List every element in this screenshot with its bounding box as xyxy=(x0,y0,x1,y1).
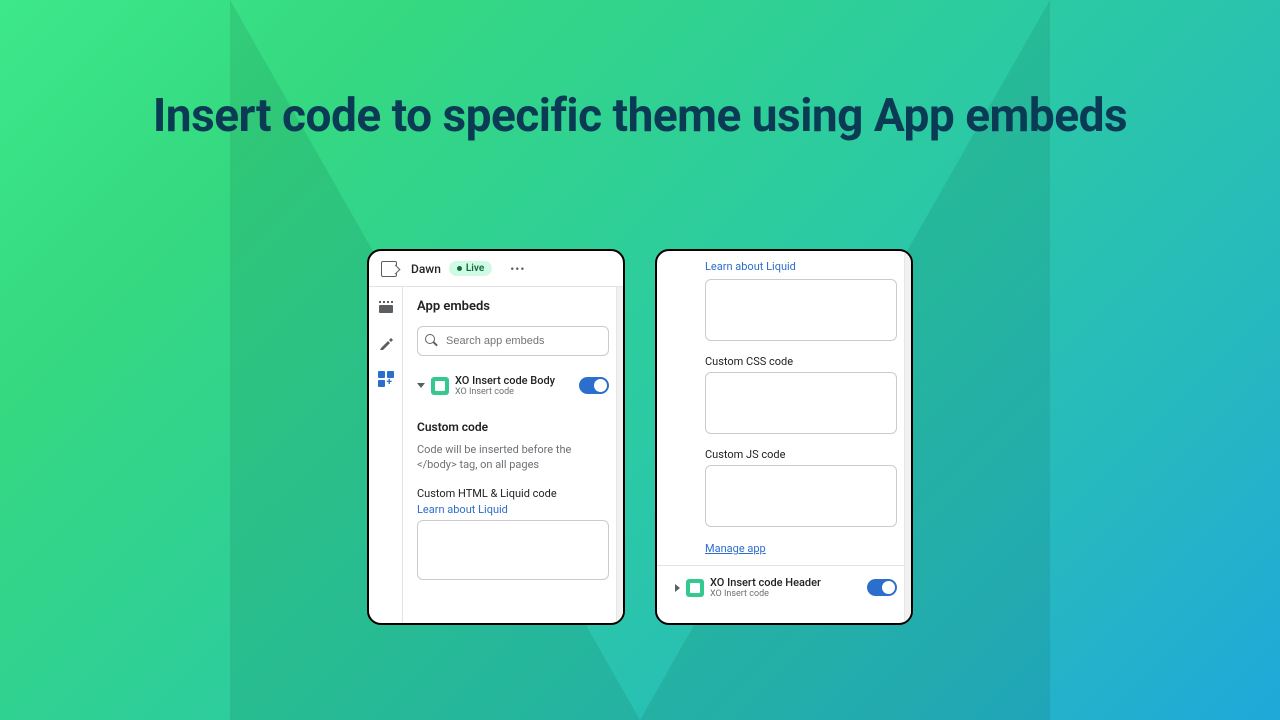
js-textarea[interactable] xyxy=(705,465,897,527)
embed-toggle[interactable] xyxy=(579,377,609,394)
app-icon xyxy=(686,579,704,597)
html-liquid-textarea[interactable] xyxy=(417,520,609,580)
css-label: Custom CSS code xyxy=(705,355,897,368)
theme-settings-icon[interactable] xyxy=(378,335,394,351)
learn-liquid-link[interactable]: Learn about Liquid xyxy=(417,503,508,516)
embed-row-body[interactable]: XO Insert code Body XO Insert code xyxy=(417,370,609,402)
exit-icon[interactable] xyxy=(381,261,397,277)
css-textarea[interactable] xyxy=(705,372,897,434)
learn-liquid-link[interactable]: Learn about Liquid xyxy=(705,260,796,273)
js-label: Custom JS code xyxy=(705,448,897,461)
embed-row-header[interactable]: XO Insert code Header XO Insert code xyxy=(675,566,897,600)
app-icon xyxy=(431,377,449,395)
caret-right-icon xyxy=(675,584,680,592)
more-icon[interactable]: ••• xyxy=(510,262,525,276)
manage-app-link[interactable]: Manage app xyxy=(705,542,766,555)
caret-down-icon xyxy=(417,383,425,388)
embed-title: XO Insert code Body xyxy=(455,374,573,387)
custom-code-title: Custom code xyxy=(417,420,609,434)
panel-editor-scroll: Learn about Liquid Custom CSS code Custo… xyxy=(655,249,913,625)
embed-toggle[interactable] xyxy=(867,579,897,596)
search-app-embeds[interactable] xyxy=(417,326,609,356)
html-liquid-label: Custom HTML & Liquid code xyxy=(417,487,609,500)
editor-topbar: Dawn Live ••• xyxy=(369,251,623,287)
embed-subtitle: XO Insert code xyxy=(710,589,861,600)
live-badge: Live xyxy=(449,261,492,276)
liquid-textarea[interactable] xyxy=(705,279,897,341)
app-embeds-icon[interactable] xyxy=(378,371,394,387)
editor-rail xyxy=(369,287,403,623)
search-input[interactable] xyxy=(417,326,609,356)
sections-icon[interactable] xyxy=(378,299,394,315)
theme-name: Dawn xyxy=(411,262,441,276)
panel-editor-sidebar: Dawn Live ••• App embeds xyxy=(367,249,625,625)
app-embeds-title: App embeds xyxy=(417,299,609,314)
page-headline: Insert code to specific theme using App … xyxy=(0,92,1280,142)
search-icon xyxy=(425,334,438,347)
embed-title: XO Insert code Header xyxy=(710,576,861,589)
embed-subtitle: XO Insert code xyxy=(455,387,573,398)
custom-code-help: Code will be inserted before the </body>… xyxy=(417,442,609,473)
